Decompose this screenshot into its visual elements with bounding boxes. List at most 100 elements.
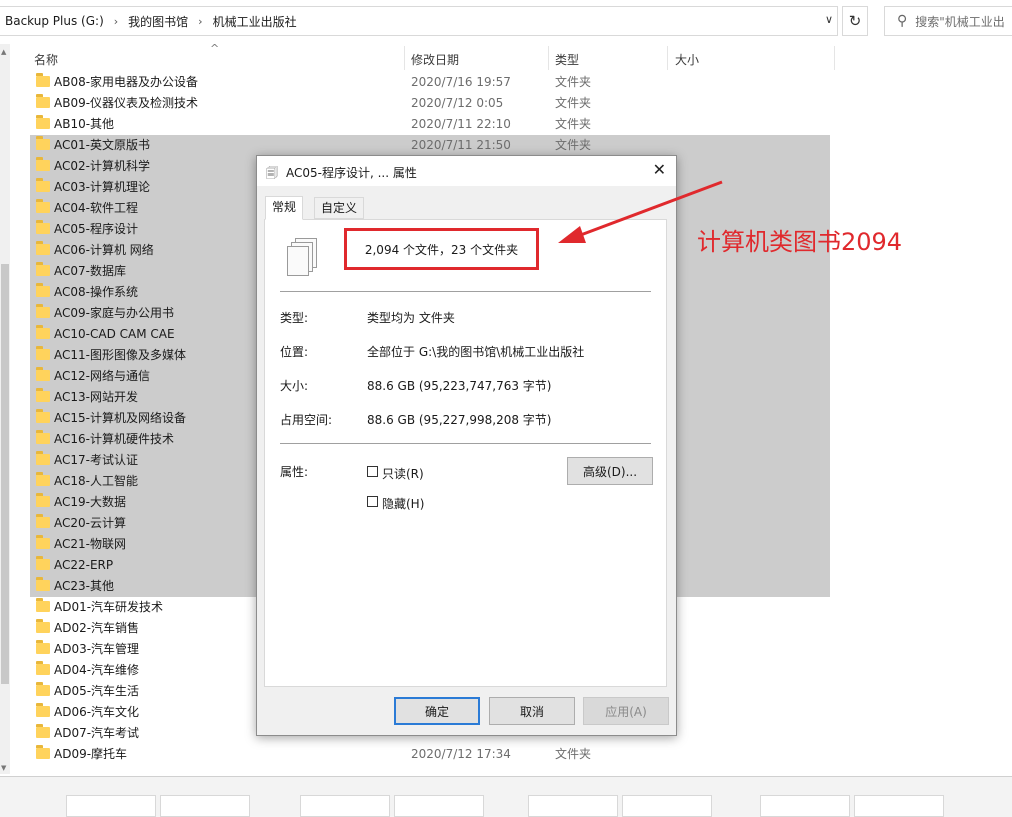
file-name: AB09-仪器仪表及检测技术: [54, 96, 199, 110]
ok-button[interactable]: 确定: [394, 697, 480, 725]
hidden-label[interactable]: 隐藏(H): [382, 495, 424, 512]
file-date: 2020/7/16 19:57: [411, 75, 511, 89]
thumbnail[interactable]: [528, 795, 618, 817]
thumbnail[interactable]: [160, 795, 250, 817]
hidden-checkbox[interactable]: [367, 496, 378, 507]
thumbnail[interactable]: [394, 795, 484, 817]
file-name: AC05-程序设计: [54, 222, 138, 236]
column-divider[interactable]: [404, 46, 405, 70]
file-row[interactable]: AB08-家用电器及办公设备 2020/7/16 19:57 文件夹: [30, 72, 830, 93]
file-name: AC11-图形图像及多媒体: [54, 348, 186, 362]
file-type: 文件夹: [555, 747, 592, 761]
column-header-type[interactable]: 类型: [555, 51, 579, 68]
search-input[interactable]: ⚲ 搜索"机械工业出: [884, 6, 1012, 36]
tab-custom[interactable]: 自定义: [314, 197, 365, 219]
column-header-size[interactable]: 大小: [675, 51, 699, 68]
vertical-scrollbar[interactable]: ▲ ▼: [0, 44, 10, 774]
file-name: AB08-家用电器及办公设备: [54, 75, 199, 89]
file-name: AC01-英文原版书: [54, 138, 150, 152]
breadcrumb-library[interactable]: 我的图书馆: [128, 13, 188, 30]
file-name: AC16-计算机硬件技术: [54, 432, 174, 446]
file-name: AC09-家庭与办公用书: [54, 306, 174, 320]
folder-icon: [36, 73, 50, 87]
chevron-down-icon[interactable]: ∨: [825, 13, 833, 26]
thumbnail[interactable]: [760, 795, 850, 817]
column-divider[interactable]: [548, 46, 549, 70]
file-name: AD07-汽车考试: [54, 726, 140, 740]
folder-icon: [36, 703, 50, 717]
file-name: AB10-其他: [54, 117, 115, 131]
cancel-button[interactable]: 取消: [489, 697, 575, 725]
address-bar[interactable]: Backup Plus (G:) › 我的图书馆 › 机械工业出版社 ∨: [0, 6, 838, 36]
folder-icon: [36, 220, 50, 234]
folder-icon: [36, 94, 50, 108]
breadcrumb-drive[interactable]: Backup Plus (G:): [5, 14, 104, 28]
apply-button[interactable]: 应用(A): [583, 697, 669, 725]
disk-size-value: 88.6 GB (95,227,998,208 字节): [367, 413, 552, 427]
folder-icon: [36, 745, 50, 759]
divider: [280, 291, 651, 292]
type-value: 类型均为 文件夹: [367, 311, 455, 325]
file-row[interactable]: AD09-摩托车 2020/7/12 17:34 文件夹: [30, 744, 830, 765]
file-name: AC03-计算机理论: [54, 180, 150, 194]
breadcrumb-separator-icon[interactable]: ›: [114, 15, 118, 28]
file-count-highlight-box: 2,094 个文件，23 个文件夹: [344, 228, 539, 270]
folder-icon: [36, 304, 50, 318]
folder-icon: [36, 136, 50, 150]
file-name: AC02-计算机科学: [54, 159, 150, 173]
file-name: AC15-计算机及网络设备: [54, 411, 186, 425]
file-name: AD09-摩托车: [54, 747, 128, 761]
scroll-up-icon[interactable]: ▲: [1, 48, 6, 56]
file-name: AC13-网站开发: [54, 390, 138, 404]
readonly-checkbox[interactable]: [367, 466, 378, 477]
file-name: AC23-其他: [54, 579, 114, 593]
sort-ascending-icon: ^: [210, 42, 220, 55]
thumbnail[interactable]: [854, 795, 944, 817]
location-label: 位置:: [280, 345, 309, 359]
folder-icon: [36, 598, 50, 612]
column-divider[interactable]: [667, 46, 668, 70]
tab-general[interactable]: 常规: [265, 196, 304, 220]
thumbnail[interactable]: [300, 795, 390, 817]
folder-icon: [36, 346, 50, 360]
file-type: 文件夹: [555, 138, 592, 152]
general-panel: 2,094 个文件，23 个文件夹 类型: 类型均为 文件夹 位置: 全部位于 …: [264, 219, 667, 687]
refresh-button[interactable]: ↻: [842, 6, 868, 36]
properties-dialog: 🗐 AC05-程序设计, ... 属性 ✕ 常规 自定义 2,094 个文件，2…: [256, 155, 677, 736]
folder-icon: [36, 514, 50, 528]
folder-icon: [36, 640, 50, 654]
close-icon[interactable]: ✕: [653, 160, 666, 179]
file-name: AC21-物联网: [54, 537, 126, 551]
file-row[interactable]: AC01-英文原版书 2020/7/11 21:50 文件夹: [30, 135, 830, 156]
scrollbar-thumb[interactable]: [1, 264, 9, 684]
thumbnail[interactable]: [622, 795, 712, 817]
file-type: 文件夹: [555, 75, 592, 89]
column-divider[interactable]: [834, 46, 835, 70]
file-name: AD06-汽车文化: [54, 705, 140, 719]
file-type: 文件夹: [555, 117, 592, 131]
file-row[interactable]: AB09-仪器仪表及检测技术 2020/7/12 0:05 文件夹: [30, 93, 830, 114]
size-value: 88.6 GB (95,223,747,763 字节): [367, 379, 552, 393]
column-header-date[interactable]: 修改日期: [411, 51, 459, 68]
scroll-down-icon[interactable]: ▼: [1, 764, 6, 772]
file-row[interactable]: AB10-其他 2020/7/11 22:10 文件夹: [30, 114, 830, 135]
folder-icon: [36, 325, 50, 339]
advanced-button[interactable]: 高级(D)...: [567, 457, 653, 485]
thumbnail-strip: [0, 776, 1012, 817]
file-name: AC19-大数据: [54, 495, 126, 509]
column-header-name[interactable]: 名称: [34, 51, 58, 68]
file-name: AD02-汽车销售: [54, 621, 140, 635]
file-name: AC20-云计算: [54, 516, 126, 530]
breadcrumb-publisher[interactable]: 机械工业出版社: [213, 13, 297, 30]
folder-icon: [36, 577, 50, 591]
folder-icon: [36, 115, 50, 129]
file-date: 2020/7/12 17:34: [411, 747, 511, 761]
folder-icon: [36, 619, 50, 633]
type-label: 类型:: [280, 311, 309, 325]
file-type: 文件夹: [555, 96, 592, 110]
readonly-label[interactable]: 只读(R): [382, 465, 424, 482]
file-name: AD05-汽车生活: [54, 684, 140, 698]
breadcrumb-separator-icon[interactable]: ›: [198, 15, 202, 28]
thumbnail[interactable]: [66, 795, 156, 817]
dialog-titlebar[interactable]: 🗐 AC05-程序设计, ... 属性 ✕: [257, 156, 676, 186]
